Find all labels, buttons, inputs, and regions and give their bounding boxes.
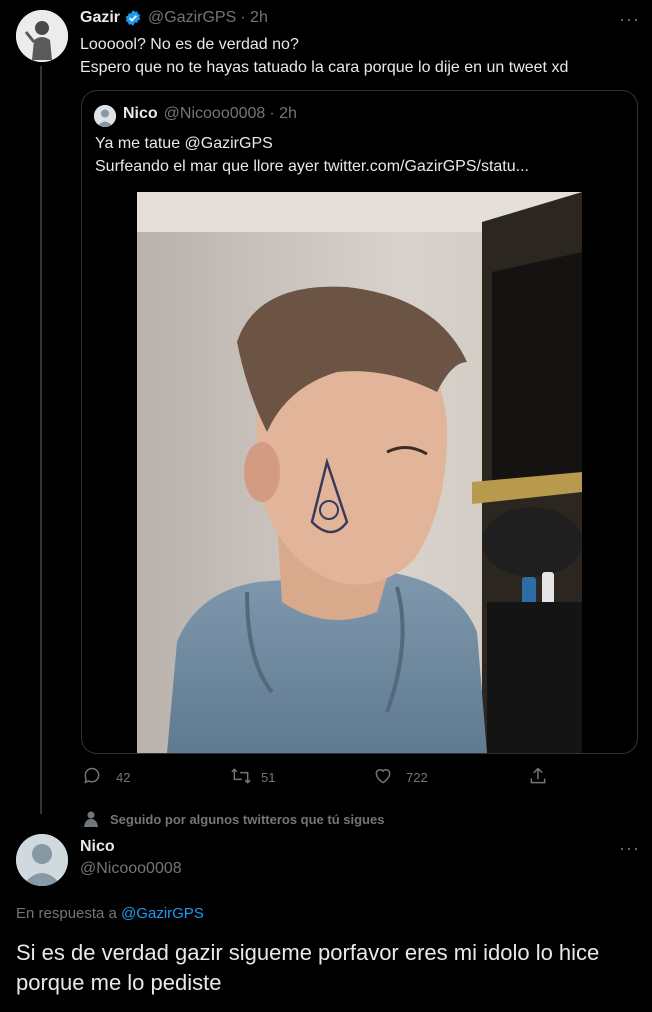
quote-author-name: Nico (123, 105, 158, 122)
social-context: Seguido por algunos twitteros que tú sig… (84, 811, 384, 827)
quoted-photo[interactable] (137, 192, 582, 753)
retweet-button[interactable]: 51 (230, 766, 275, 789)
tweet-text: Loooool? No es de verdad no? Espero que … (80, 33, 568, 79)
reply-name: Nico (80, 838, 115, 856)
quote-text-line: Ya me tatue @GazirGPS (95, 135, 273, 152)
quote-author-handle: @Nicooo0008 (163, 105, 266, 122)
in-reply-prefix: En respuesta a (16, 905, 117, 922)
thread-connector-line (40, 66, 42, 814)
reply-author-handle[interactable]: @Nicooo0008 (80, 860, 182, 878)
more-options-icon[interactable]: ··· (619, 10, 640, 28)
reply-avatar[interactable] (16, 834, 68, 886)
reply-text: Si es de verdad gazir sigueme porfavor e… (16, 940, 600, 995)
avatar[interactable] (16, 10, 68, 62)
reply-icon (82, 766, 102, 789)
quote-text: Ya me tatue @GazirGPS Surfeando el mar q… (95, 132, 529, 178)
in-reply-to: En respuesta a @GazirGPS (16, 905, 204, 922)
retweet-count: 51 (261, 770, 276, 785)
heart-icon (373, 766, 393, 789)
reply-button[interactable]: 42 (82, 766, 130, 789)
retweet-icon (230, 766, 252, 789)
author-name[interactable]: Gazir (80, 9, 120, 27)
reply-more-options-icon[interactable]: ··· (619, 839, 640, 857)
quote-avatar (94, 105, 116, 127)
tweet-header: Gazir @GazirGPS · 2h (80, 9, 268, 27)
tweet-text-line: Loooool? No es de verdad no? (80, 36, 299, 53)
tweet-time[interactable]: · 2h (240, 9, 268, 27)
reply-handle-row: @Nicooo0008 (80, 860, 182, 878)
quote-time: · 2h (269, 105, 297, 122)
author-handle[interactable]: @GazirGPS (148, 9, 236, 27)
like-button[interactable]: 722 (373, 766, 428, 789)
person-icon (84, 811, 98, 827)
verified-badge-icon (124, 9, 142, 27)
quote-header: Nico @Nicooo0008 · 2h (123, 105, 297, 123)
tweet-text-line: Espero que no te hayas tatuado la cara p… (80, 59, 569, 76)
quote-text-line: Surfeando el mar que llore ayer twitter.… (95, 158, 529, 175)
in-reply-handle-link[interactable]: @GazirGPS (121, 905, 204, 922)
reply-count: 42 (116, 770, 131, 785)
like-count: 722 (406, 770, 428, 785)
tweet-actions: 42 51 722 (0, 766, 652, 790)
share-button[interactable] (528, 766, 548, 789)
reply-author-name[interactable]: Nico (80, 838, 115, 856)
social-context-text: Seguido por algunos twitteros que tú sig… (110, 811, 385, 827)
share-icon (528, 766, 548, 789)
